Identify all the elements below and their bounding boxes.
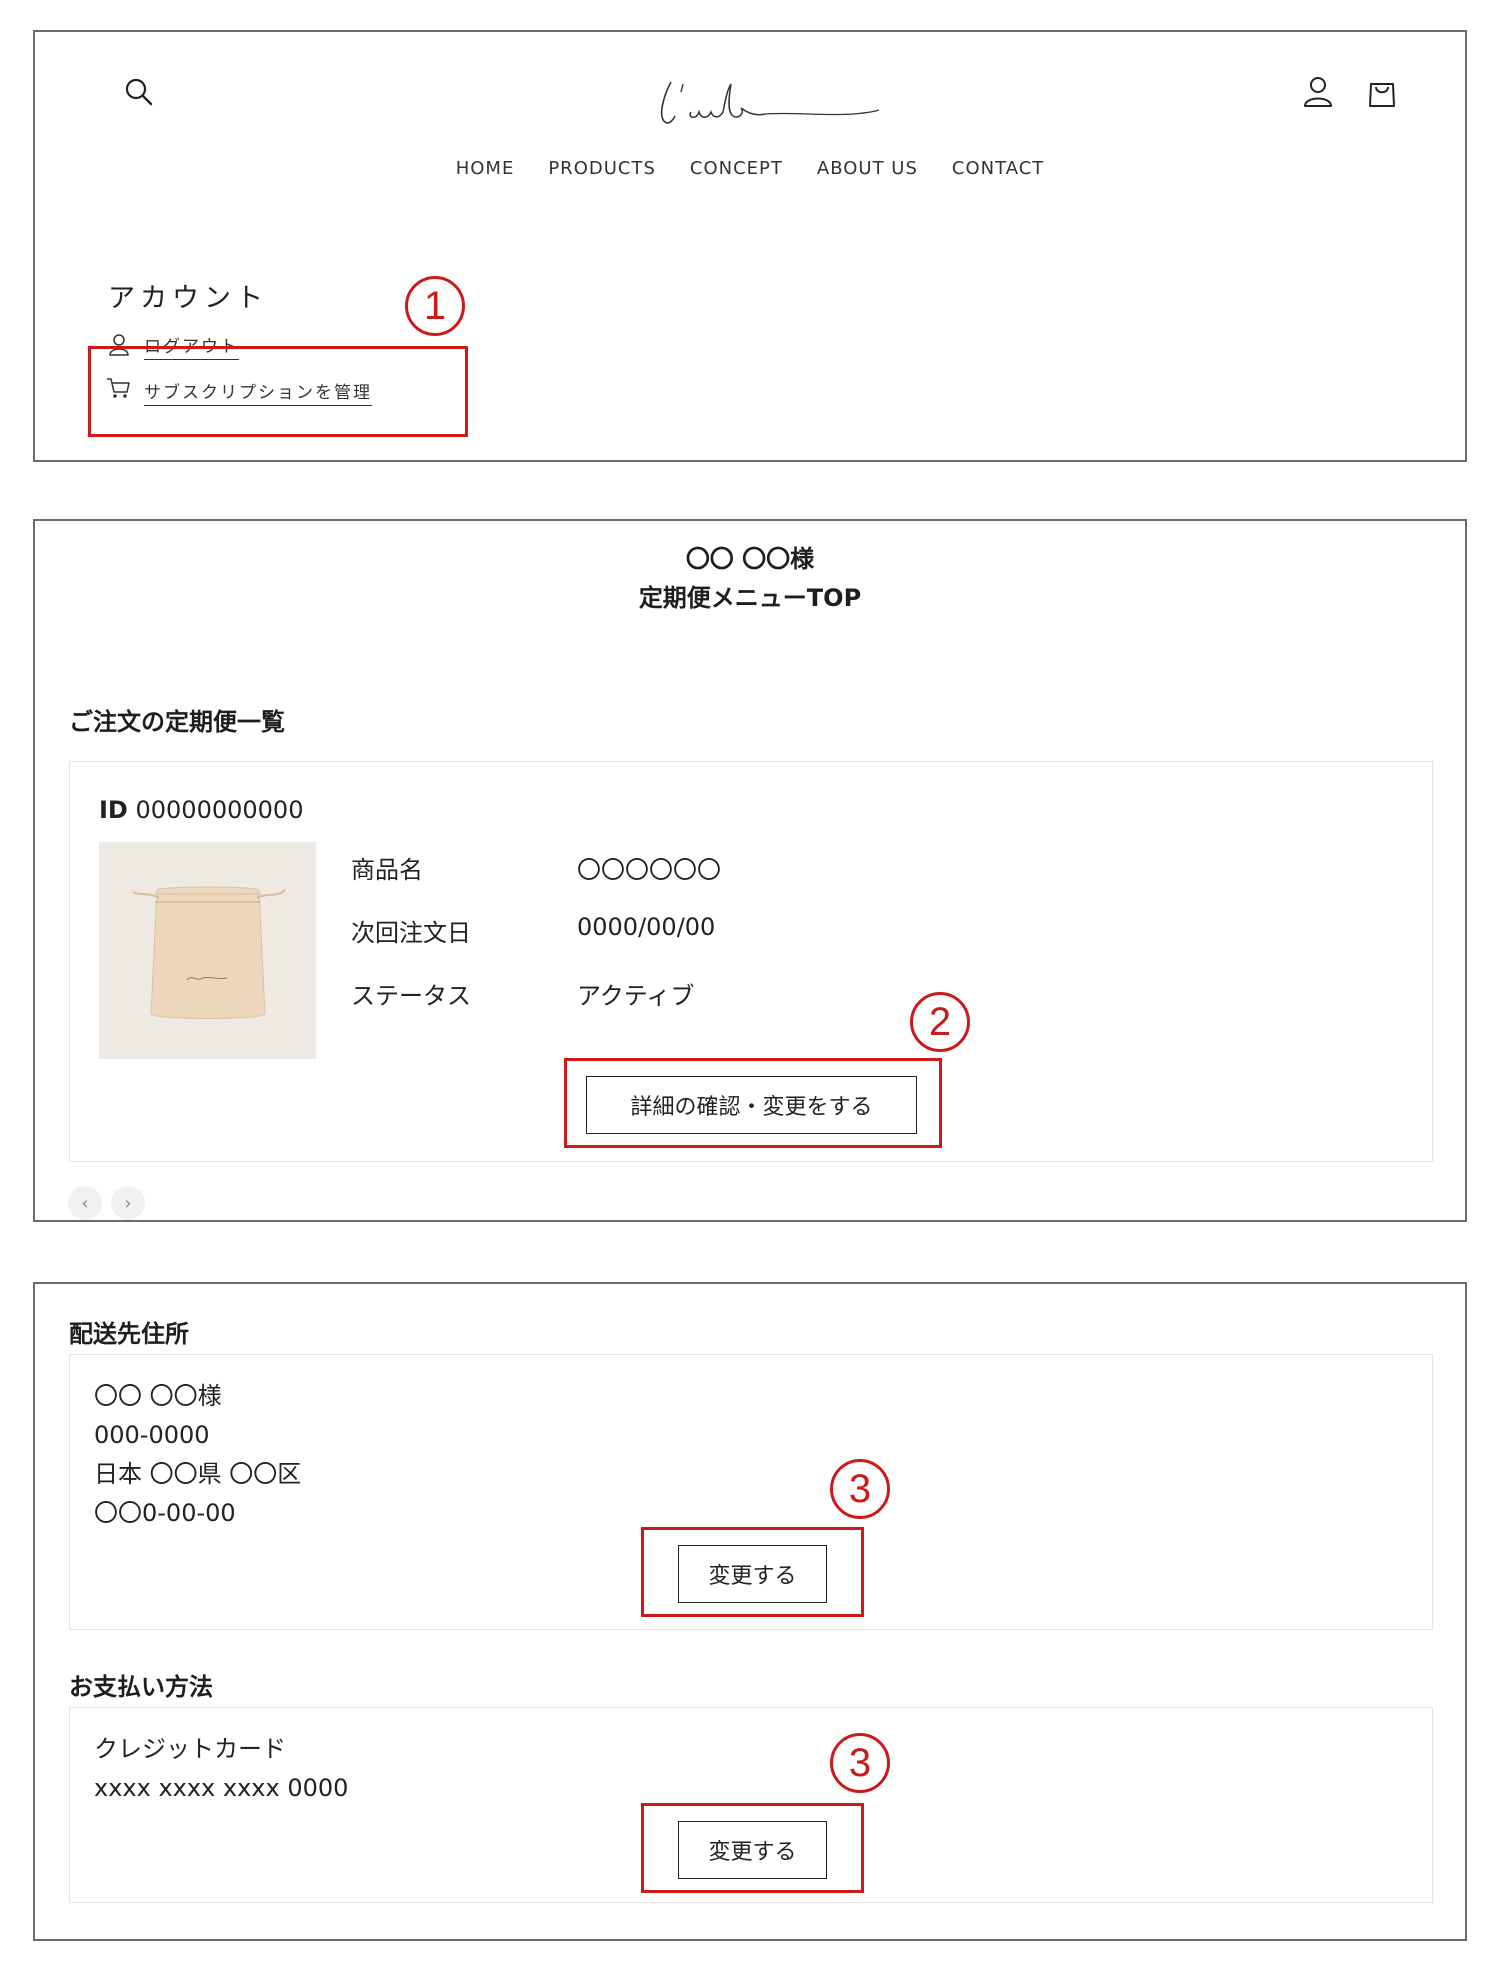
annotation-box-1 [88, 346, 468, 437]
next-order-date-label: 次回注文日 [351, 919, 471, 947]
status-label: ステータス [351, 982, 471, 1010]
nav-home[interactable]: HOME [456, 158, 515, 179]
payment-method-lines: クレジットカード xxxx xxxx xxxx 0000 [94, 1730, 348, 1808]
shipping-address-card: 〇〇 〇〇様 000-0000 日本 〇〇県 〇〇区 〇〇0-00-00 変更す… [69, 1354, 1433, 1630]
order-id: ID 00000000000 [99, 796, 303, 824]
annotation-number-3a: 3 [830, 1459, 890, 1519]
shipping-line-1: 〇〇 〇〇様 [94, 1382, 222, 1410]
annotation-number-3b: 3 [830, 1733, 890, 1793]
nav-products[interactable]: PRODUCTS [548, 158, 656, 179]
search-icon[interactable] [123, 76, 155, 108]
cart-bag-icon[interactable] [1365, 74, 1399, 110]
next-order-date-value: 0000/00/00 [577, 913, 716, 941]
main-navigation: HOME PRODUCTS CONCEPT ABOUT US CONTACT [35, 158, 1465, 179]
shipping-line-2: 000-0000 [94, 1421, 210, 1449]
shipping-address-lines: 〇〇 〇〇様 000-0000 日本 〇〇県 〇〇区 〇〇0-00-00 [94, 1377, 301, 1533]
payment-method-card: クレジットカード xxxx xxxx xxxx 0000 変更する 3 [69, 1707, 1433, 1903]
shipping-line-4: 〇〇0-00-00 [94, 1499, 236, 1527]
customer-name: 〇〇 〇〇様 [685, 545, 815, 573]
product-name-label: 商品名 [351, 856, 423, 884]
status-value: アクティブ [577, 982, 695, 1010]
annotation-number-1: 1 [405, 276, 465, 336]
payment-method-heading: お支払い方法 [69, 1673, 213, 1701]
payment-line-2: xxxx xxxx xxxx 0000 [94, 1774, 349, 1802]
subscription-panel: 〇〇 〇〇様 定期便メニューTOP ご注文の定期便一覧 ID 000000000… [33, 519, 1467, 1222]
shipping-line-3: 日本 〇〇県 〇〇区 [94, 1460, 302, 1488]
subscription-list-heading: ご注文の定期便一覧 [69, 708, 285, 736]
brand-logo[interactable] [653, 72, 883, 132]
carousel-next-button[interactable]: › [111, 1186, 145, 1220]
shipping-payment-panel: 配送先住所 〇〇 〇〇様 000-0000 日本 〇〇県 〇〇区 〇〇0-00-… [33, 1282, 1467, 1941]
nav-about-us[interactable]: ABOUT US [817, 158, 918, 179]
account-title: アカウント [108, 283, 268, 314]
order-id-value: 00000000000 [135, 796, 304, 824]
nav-contact[interactable]: CONTACT [952, 158, 1044, 179]
user-account-icon[interactable] [1301, 74, 1335, 110]
account-panel: HOME PRODUCTS CONCEPT ABOUT US CONTACT ア… [33, 30, 1467, 462]
payment-line-1: クレジットカード [94, 1735, 286, 1763]
annotation-box-3a [641, 1527, 864, 1617]
product-image [99, 842, 316, 1059]
menu-title: 定期便メニューTOP [638, 584, 862, 612]
carousel-prev-button[interactable]: ‹ [68, 1186, 102, 1220]
annotation-number-2: 2 [910, 992, 970, 1052]
product-name-value: 〇〇〇〇〇〇 [577, 856, 721, 884]
subscription-card: ID 00000000000 商品名 〇〇〇〇〇〇 次回注文日 0000/00/… [69, 761, 1433, 1162]
shipping-address-heading: 配送先住所 [69, 1320, 189, 1348]
nav-concept[interactable]: CONCEPT [690, 158, 783, 179]
annotation-box-3b [641, 1803, 864, 1893]
annotation-box-2 [564, 1058, 942, 1148]
order-id-label: ID [99, 796, 128, 824]
